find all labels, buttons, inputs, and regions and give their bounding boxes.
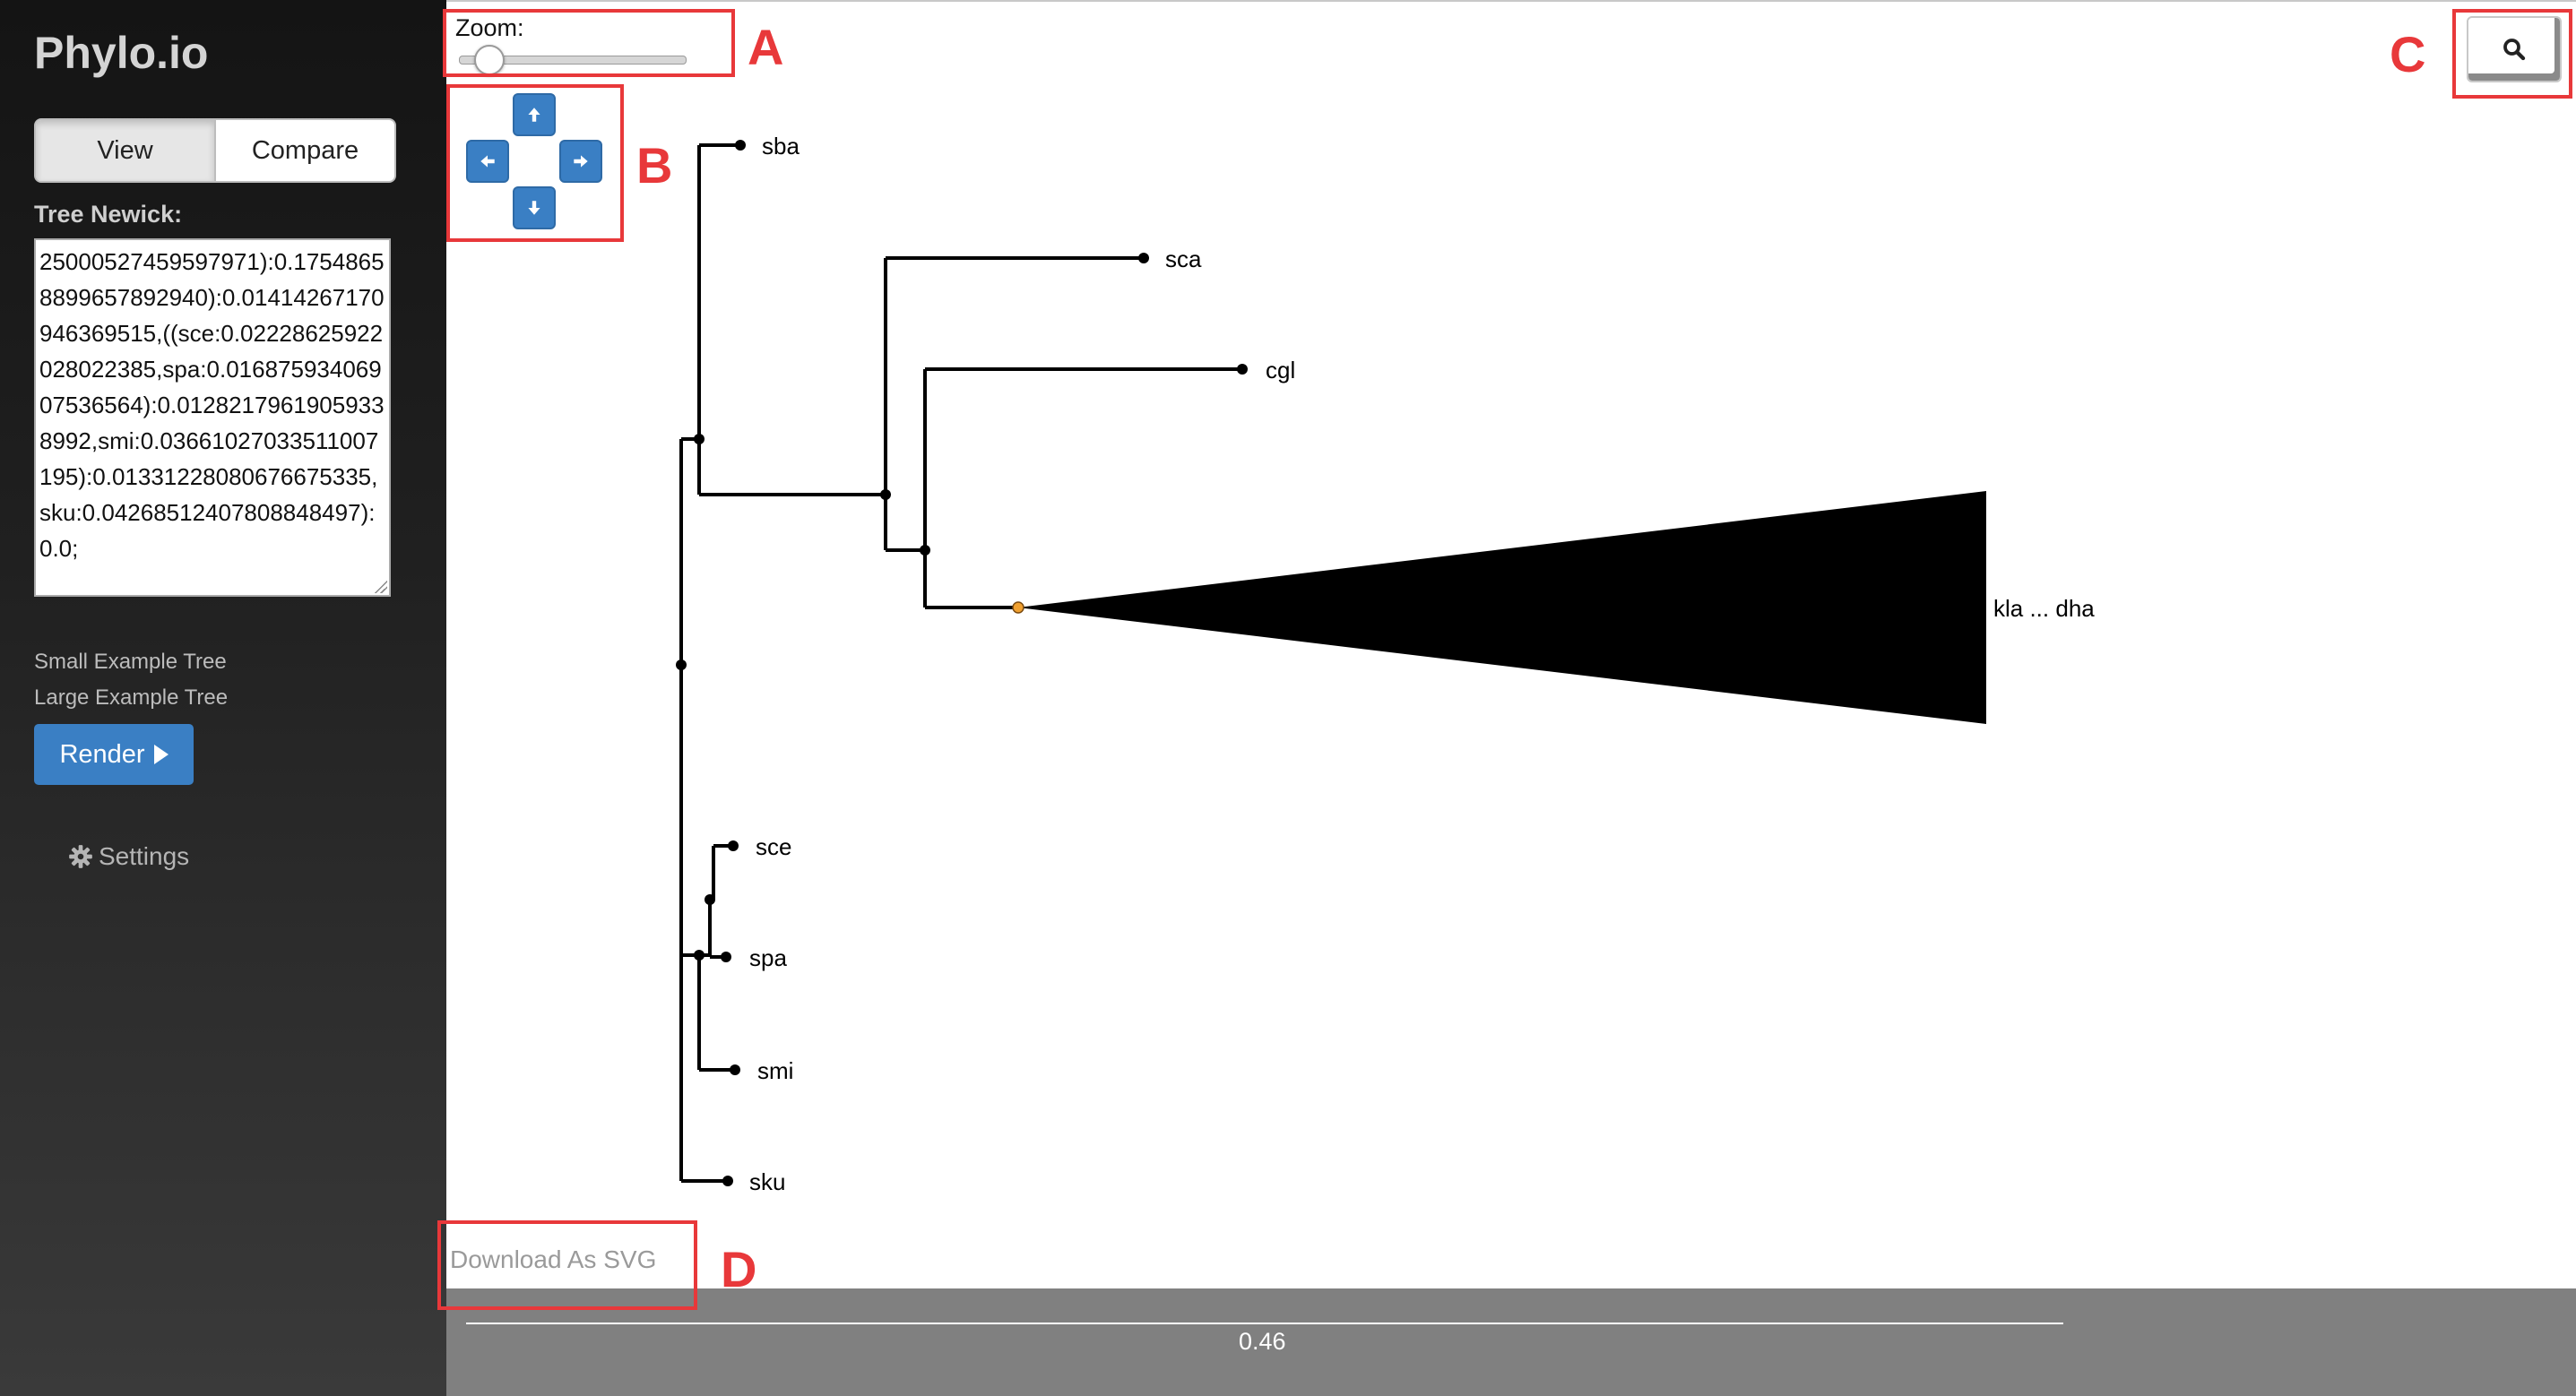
- annotation-box-a: [443, 9, 735, 77]
- annotation-box-b: [446, 84, 624, 242]
- annotation-box-c: [2452, 9, 2572, 99]
- tree-canvas: sba sca cgl sce spa smi sku kla ... dha: [676, 133, 2095, 1195]
- annotation-letter-d: D: [721, 1241, 757, 1297]
- annotation-box-d: [437, 1220, 697, 1310]
- tree-nodes: [676, 140, 1248, 1186]
- scale-footer: [446, 1288, 2576, 1396]
- leaf-label: sce: [756, 833, 791, 860]
- annotation-letter-a: A: [748, 19, 784, 75]
- annotation-letter-c: C: [2390, 26, 2426, 82]
- scale-label: 0.46: [1239, 1328, 1286, 1355]
- collapsed-clade-label: kla ... dha: [1993, 595, 2095, 622]
- leaf-label: sba: [762, 133, 800, 159]
- collapsed-clade-triangle[interactable]: [1018, 491, 1986, 724]
- leaf-label: smi: [757, 1057, 793, 1084]
- annotation-letter-b: B: [636, 137, 673, 194]
- collapsed-node[interactable]: [1012, 601, 1024, 614]
- leaf-label: sku: [749, 1168, 785, 1195]
- scale-bar: [466, 1323, 2063, 1324]
- tree-branches: [679, 143, 1242, 1183]
- leaf-label: sca: [1165, 246, 1202, 272]
- leaf-label: spa: [749, 944, 787, 971]
- leaf-label: cgl: [1266, 357, 1295, 383]
